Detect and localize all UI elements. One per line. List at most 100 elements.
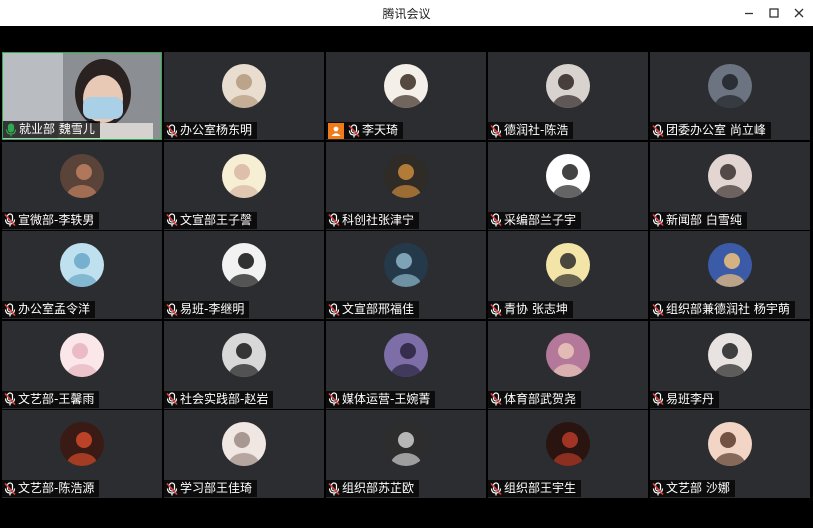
- participant-avatar: [384, 243, 428, 287]
- host-icon: [328, 122, 344, 139]
- participant-name: 科创社张津宁: [342, 212, 415, 227]
- mic-muted-icon: [328, 302, 340, 316]
- participant-avatar: [708, 332, 752, 377]
- participant-nameplate: 李天琦: [326, 122, 404, 139]
- title-bar: 腾讯会议: [0, 0, 813, 26]
- participant-nameplate: 新闻部 白雪纯: [650, 211, 747, 229]
- participant-avatar: [222, 243, 266, 287]
- participant-nameplate: 德润社-陈浩: [488, 122, 574, 139]
- participant-nameplate: 文艺部 沙娜: [650, 480, 735, 497]
- meeting-window: 腾讯会议 就业部 魏雪儿 办公室杨东明 李天琦 德润社-陈浩 团委办公室 尚立峰宣微部-…: [0, 0, 813, 528]
- participant-avatar: [546, 332, 590, 377]
- participant-nameplate: 办公室孟令洋: [2, 301, 96, 318]
- participant-tile[interactable]: 组织部兼德润社 杨宇萌: [650, 231, 810, 319]
- close-button[interactable]: [790, 4, 808, 22]
- participant-name: 办公室杨东明: [180, 123, 253, 137]
- participant-nameplate: 办公室杨东明: [164, 122, 258, 139]
- mic-muted-icon: [652, 213, 664, 227]
- mic-muted-icon: [4, 392, 16, 406]
- participant-name: 易班-李继明: [180, 302, 245, 316]
- mic-muted-icon: [490, 302, 502, 316]
- participant-tile[interactable]: 文宣部王子謦: [164, 141, 324, 230]
- mic-muted-icon: [166, 481, 178, 495]
- mic-muted-icon: [4, 302, 16, 316]
- participant-nameplate: 组织部苏芷欧: [326, 480, 420, 497]
- participant-nameplate: 文艺部-陈浩源: [2, 480, 100, 497]
- participant-name: 文宣部王子謦: [180, 212, 253, 227]
- maximize-button[interactable]: [765, 4, 783, 22]
- participant-tile[interactable]: 团委办公室 尚立峰: [650, 52, 810, 140]
- participant-tile[interactable]: 文艺部 沙娜: [650, 410, 810, 498]
- participant-name: 文艺部-陈浩源: [18, 481, 95, 495]
- participant-name: 社会实践部-赵岩: [180, 391, 269, 406]
- participant-avatar: [60, 153, 104, 198]
- participant-name: 李天琦: [362, 123, 399, 137]
- participant-tile[interactable]: 易班李丹: [650, 320, 810, 409]
- mic-muted-icon: [652, 123, 664, 137]
- mic-muted-icon: [652, 392, 664, 406]
- mic-muted-icon: [652, 481, 664, 495]
- participant-avatar: [60, 332, 104, 377]
- minimize-icon: [745, 12, 753, 15]
- participant-nameplate: 宣微部-李轶男: [2, 211, 100, 229]
- participant-name: 团委办公室 尚立峰: [666, 123, 766, 137]
- participant-tile[interactable]: 新闻部 白雪纯: [650, 141, 810, 230]
- participant-tile[interactable]: 媒体运营-王婉菁: [326, 320, 486, 409]
- participant-nameplate: 体育部武贺尧: [488, 390, 582, 408]
- participant-tile[interactable]: 易班-李继明: [164, 231, 324, 319]
- participant-avatar: [708, 422, 752, 466]
- participant-tile[interactable]: 宣微部-李轶男: [2, 141, 162, 230]
- participant-tile[interactable]: 组织部苏芷欧: [326, 410, 486, 498]
- participant-avatar: [546, 243, 590, 287]
- participant-avatar: [546, 64, 590, 108]
- participant-nameplate: 媒体运营-王婉菁: [326, 390, 436, 408]
- mic-muted-icon: [166, 213, 178, 227]
- participant-tile[interactable]: 文宣部邢福佳: [326, 231, 486, 319]
- participant-name: 体育部武贺尧: [504, 391, 577, 406]
- participant-tile[interactable]: 就业部 魏雪儿: [2, 52, 162, 140]
- participant-avatar: [708, 64, 752, 108]
- participant-tile[interactable]: 体育部武贺尧: [488, 320, 648, 409]
- mic-muted-icon: [166, 302, 178, 316]
- participant-tile[interactable]: 办公室杨东明: [164, 52, 324, 140]
- mic-muted-icon: [490, 123, 502, 137]
- mic-muted-icon: [490, 213, 502, 227]
- participant-name: 采编部兰子宇: [504, 212, 577, 227]
- participant-tile[interactable]: 文艺部-王馨雨: [2, 320, 162, 409]
- participant-avatar: [60, 422, 104, 466]
- participant-avatar: [222, 332, 266, 377]
- participant-avatar: [222, 422, 266, 466]
- participant-tile[interactable]: 采编部兰子宇: [488, 141, 648, 230]
- mic-muted-icon: [490, 392, 502, 406]
- participant-tile[interactable]: 青协 张志坤: [488, 231, 648, 319]
- participant-nameplate: 青协 张志坤: [488, 301, 573, 318]
- participant-tile[interactable]: 社会实践部-赵岩: [164, 320, 324, 409]
- participant-avatar: [222, 64, 266, 108]
- participant-tile[interactable]: 组织部王宇生: [488, 410, 648, 498]
- participant-name: 学习部王佳琦: [180, 481, 253, 495]
- mic-muted-icon: [652, 302, 664, 316]
- participant-avatar: [384, 332, 428, 377]
- mic-muted-icon: [328, 392, 340, 406]
- participant-nameplate: 就业部 魏雪儿: [3, 121, 100, 138]
- participant-name: 组织部兼德润社 杨宇萌: [666, 302, 790, 316]
- participant-name: 就业部 魏雪儿: [19, 122, 95, 136]
- participant-tile[interactable]: 德润社-陈浩: [488, 52, 648, 140]
- participant-tile[interactable]: 学习部王佳琦: [164, 410, 324, 498]
- participant-name: 办公室孟令洋: [18, 302, 91, 316]
- participant-tile[interactable]: 文艺部-陈浩源: [2, 410, 162, 498]
- participant-avatar: [708, 243, 752, 287]
- participant-tile[interactable]: 科创社张津宁: [326, 141, 486, 230]
- participant-tile[interactable]: 李天琦: [326, 52, 486, 140]
- participant-tile[interactable]: 办公室孟令洋: [2, 231, 162, 319]
- mic-muted-icon: [348, 123, 360, 137]
- participant-nameplate: 文宣部王子謦: [164, 211, 258, 229]
- participant-avatar: [546, 422, 590, 466]
- minimize-button[interactable]: [740, 4, 758, 22]
- participant-nameplate: 文艺部-王馨雨: [2, 390, 100, 408]
- participant-name: 文艺部 沙娜: [666, 481, 730, 495]
- participant-nameplate: 组织部王宇生: [488, 480, 582, 497]
- participant-avatar: [384, 153, 428, 198]
- participant-name: 宣微部-李轶男: [18, 212, 95, 227]
- participant-nameplate: 易班-李继明: [164, 301, 250, 318]
